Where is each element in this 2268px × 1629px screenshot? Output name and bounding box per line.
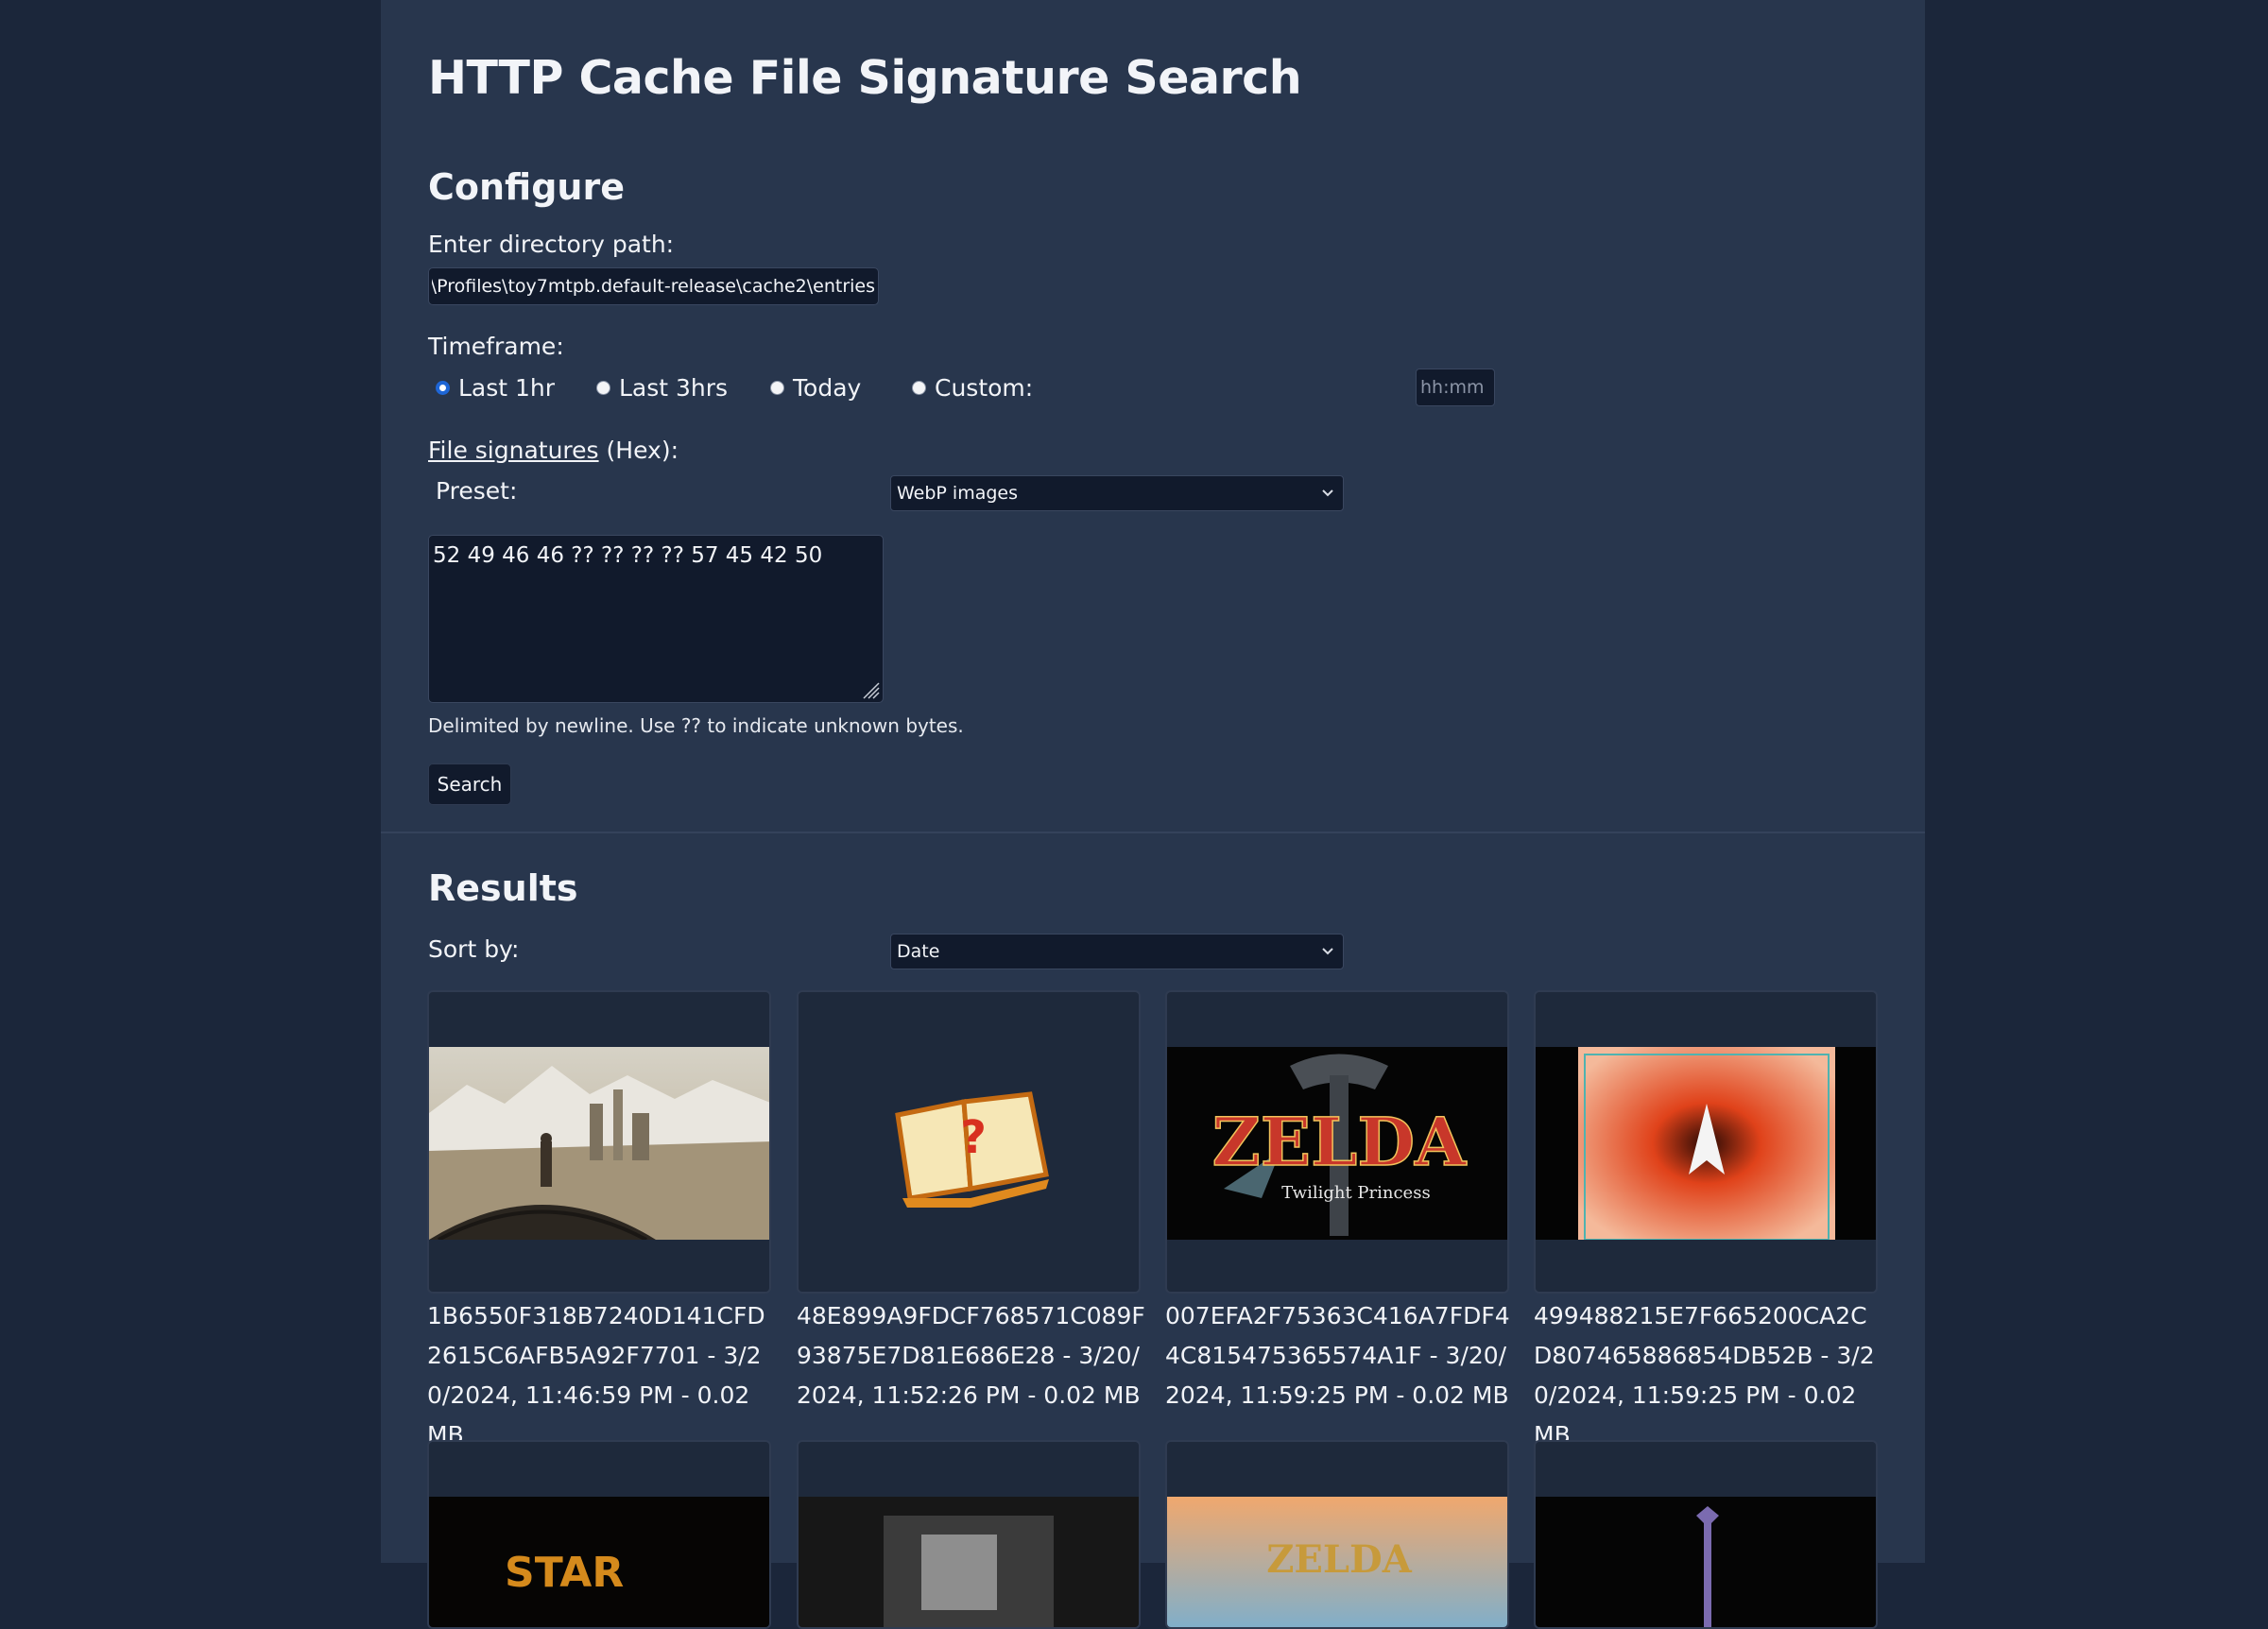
result-card[interactable]: ZELDA: [1165, 1440, 1509, 1629]
question-book-icon: ?: [895, 1091, 1049, 1208]
chevron-down-icon: [1322, 489, 1333, 497]
svg-text:ZELDA: ZELDA: [1266, 1537, 1413, 1582]
search-button[interactable]: Search: [428, 763, 511, 805]
configure-section: HTTP Cache File Signature Search Configu…: [381, 0, 1925, 832]
file-signatures-link[interactable]: File signatures: [428, 437, 599, 464]
result-card[interactable]: ZELDA Twilight Princess: [1165, 990, 1509, 1294]
directory-path-input[interactable]: [428, 267, 879, 305]
preset-select[interactable]: WebP images: [890, 475, 1344, 511]
radio-unchecked-icon: [770, 380, 784, 395]
svg-text:STAR: STAR: [505, 1549, 624, 1597]
radio-unchecked-icon: [596, 380, 610, 395]
radio-checked-icon: [436, 380, 450, 395]
timeframe-radio-group: Last 1hr Last 3hrs Today Custom:: [428, 369, 1184, 406]
result-card[interactable]: [797, 1440, 1141, 1629]
sort-label: Sort by:: [428, 935, 520, 963]
radio-today[interactable]: Today: [770, 369, 861, 406]
signatures-hint: Delimited by newline. Use ?? to indicate…: [428, 714, 964, 737]
starburst-thumbnail: [1536, 1047, 1876, 1240]
radio-label: Last 3hrs: [619, 373, 729, 402]
result-card[interactable]: [1534, 1440, 1878, 1629]
chevron-down-icon: [1322, 948, 1333, 955]
timeframe-label: Timeframe:: [428, 333, 564, 360]
radio-last-3hrs[interactable]: Last 3hrs: [596, 369, 728, 406]
result-thumbnail: [799, 1497, 1139, 1627]
path-label: Enter directory path:: [428, 231, 675, 258]
result-thumbnail: STAR: [429, 1497, 769, 1627]
signatures-label-suffix: (Hex):: [598, 437, 679, 464]
radio-label: Today: [793, 373, 862, 402]
svg-text:?: ?: [960, 1111, 987, 1164]
result-card[interactable]: ?: [797, 990, 1141, 1294]
page-title: HTTP Cache File Signature Search: [428, 51, 1302, 105]
result-card[interactable]: [1534, 990, 1878, 1294]
main-panel: HTTP Cache File Signature Search Configu…: [381, 0, 1925, 1629]
results-heading: Results: [428, 867, 578, 909]
zelda-logo-thumbnail: ZELDA Twilight Princess: [1167, 1047, 1507, 1240]
resize-grip-icon[interactable]: [858, 677, 881, 700]
preset-value: WebP images: [897, 483, 1018, 504]
sort-value: Date: [897, 941, 940, 962]
landscape-thumbnail: [429, 1047, 769, 1240]
signatures-label: File signatures (Hex):: [428, 437, 679, 464]
result-card[interactable]: STAR: [427, 1440, 771, 1629]
svg-text:ZELDA: ZELDA: [1212, 1103, 1468, 1181]
section-divider: [381, 832, 1925, 833]
configure-heading: Configure: [428, 166, 625, 208]
result-caption: 1B6550F318B7240D141CFD2615C6AFB5A92F7701…: [427, 1302, 765, 1449]
signatures-value: 52 49 46 46 ?? ?? ?? ?? 57 45 42 50: [433, 543, 823, 568]
radio-last-1hr[interactable]: Last 1hr: [436, 369, 555, 406]
result-caption: 499488215E7F665200CA2CD807465886854DB52B…: [1534, 1302, 1875, 1449]
svg-text:Twilight Princess: Twilight Princess: [1281, 1183, 1430, 1203]
result-thumbnail: [1536, 1497, 1876, 1627]
signatures-textarea[interactable]: 52 49 46 46 ?? ?? ?? ?? 57 45 42 50: [428, 535, 884, 703]
result-thumbnail: ZELDA: [1167, 1497, 1507, 1627]
sort-select[interactable]: Date: [890, 934, 1344, 969]
result-card[interactable]: [427, 990, 771, 1294]
radio-label: Custom:: [935, 373, 1034, 402]
custom-time-input[interactable]: hh:mm: [1416, 369, 1495, 406]
radio-unchecked-icon: [912, 380, 926, 395]
radio-custom[interactable]: Custom:: [912, 369, 1033, 406]
result-caption: 007EFA2F75363C416A7FDF44C815475365574A1F…: [1165, 1302, 1510, 1409]
result-caption: 48E899A9FDCF768571C089F93875E7D81E686E28…: [797, 1302, 1145, 1409]
radio-label: Last 1hr: [458, 373, 556, 402]
preset-label: Preset:: [436, 477, 518, 505]
